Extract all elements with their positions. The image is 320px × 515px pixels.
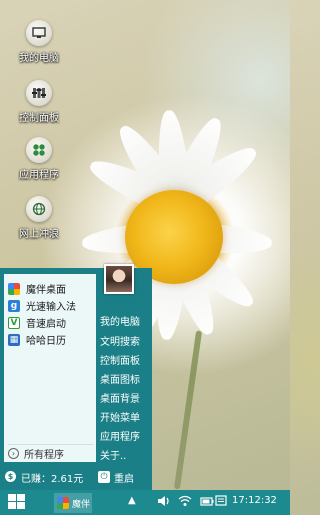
monitor-icon bbox=[26, 20, 52, 46]
windows-logo-icon bbox=[17, 494, 25, 501]
program-item-label: 音速启动 bbox=[26, 319, 66, 330]
user-avatar[interactable] bbox=[104, 264, 134, 294]
menu-item-my-computer[interactable]: 我的电脑 bbox=[100, 313, 140, 328]
volume-icon[interactable] bbox=[157, 495, 171, 510]
calendar-icon: ▦ bbox=[8, 333, 20, 346]
arrow-right-icon: › bbox=[8, 447, 19, 459]
program-item-label: 哈哈日历 bbox=[26, 336, 66, 347]
power-icon: ⏻ bbox=[98, 471, 110, 483]
battery-icon[interactable] bbox=[200, 495, 214, 510]
desktop-icon-label: 应用程序 bbox=[19, 170, 59, 181]
input-method-icon: g bbox=[8, 299, 20, 312]
windows-logo-icon bbox=[8, 494, 16, 501]
windows-start-button[interactable] bbox=[8, 494, 26, 511]
launcher-icon: V bbox=[8, 316, 20, 329]
desktop-icon-label: 我的电脑 bbox=[19, 53, 59, 64]
apps-grid-icon bbox=[26, 137, 52, 163]
mobanzhuomian-icon bbox=[8, 282, 20, 295]
wifi-icon[interactable] bbox=[178, 495, 192, 510]
windows-logo-icon bbox=[17, 502, 25, 509]
control-panel-icon bbox=[26, 80, 52, 106]
menu-item-search[interactable]: 文明搜索 bbox=[100, 333, 140, 348]
desktop-icon-my-computer[interactable]: 我的电脑 bbox=[12, 20, 66, 64]
coin-icon: $ bbox=[5, 471, 16, 482]
menu-item-control-panel[interactable]: 控制面板 bbox=[100, 352, 140, 367]
menu-item-applications[interactable]: 应用程序 bbox=[100, 428, 140, 443]
mobanzhuomian-icon bbox=[57, 497, 69, 509]
restart-label: 重启 bbox=[114, 473, 134, 485]
caret-up-icon[interactable]: ▲ bbox=[128, 495, 136, 506]
program-item-launcher[interactable]: V 音速启动 bbox=[8, 314, 66, 331]
taskbar-app-moban[interactable]: 魔伴 bbox=[54, 493, 92, 513]
desktop-icon-control-panel[interactable]: 控制面板 bbox=[12, 80, 66, 124]
program-item-mobanzhuomian[interactable]: 魔伴桌面 bbox=[8, 280, 66, 297]
all-programs-label: 所有程序 bbox=[24, 449, 64, 461]
menu-item-start-menu[interactable]: 开始菜单 bbox=[100, 409, 140, 424]
program-item-label: 魔伴桌面 bbox=[26, 285, 66, 296]
program-item-input-method[interactable]: g 光速输入法 bbox=[8, 297, 76, 314]
desktop-icon-label: 控制面板 bbox=[19, 113, 59, 124]
desktop-icon-internet[interactable]: 网上冲浪 bbox=[12, 196, 66, 240]
menu-item-desktop-icons[interactable]: 桌面图标 bbox=[100, 371, 140, 386]
taskbar-clock[interactable]: 17:12:32 bbox=[232, 495, 277, 506]
notification-icon[interactable] bbox=[215, 495, 227, 510]
desktop-icon-applications[interactable]: 应用程序 bbox=[12, 137, 66, 181]
menu-item-desktop-background[interactable]: 桌面背景 bbox=[100, 390, 140, 405]
menu-item-about[interactable]: 关于.. bbox=[100, 447, 126, 462]
start-menu-programs-panel: 魔伴桌面 g 光速输入法 V 音速启动 ▦ 哈哈日历 › 所有程序 bbox=[4, 274, 96, 462]
windows-logo-icon bbox=[8, 502, 16, 509]
taskbar-app-label: 魔伴 bbox=[72, 499, 91, 510]
restart-button[interactable]: ⏻ 重启 bbox=[98, 469, 146, 485]
globe-icon bbox=[26, 196, 52, 222]
program-item-calendar[interactable]: ▦ 哈哈日历 bbox=[8, 331, 66, 348]
flower-stem bbox=[173, 330, 203, 490]
program-item-label: 光速输入法 bbox=[26, 302, 76, 313]
earned-amount: 已赚：2.61元 bbox=[21, 474, 84, 485]
desktop-icon-label: 网上冲浪 bbox=[19, 229, 59, 240]
all-programs-button[interactable]: › 所有程序 bbox=[8, 444, 94, 461]
